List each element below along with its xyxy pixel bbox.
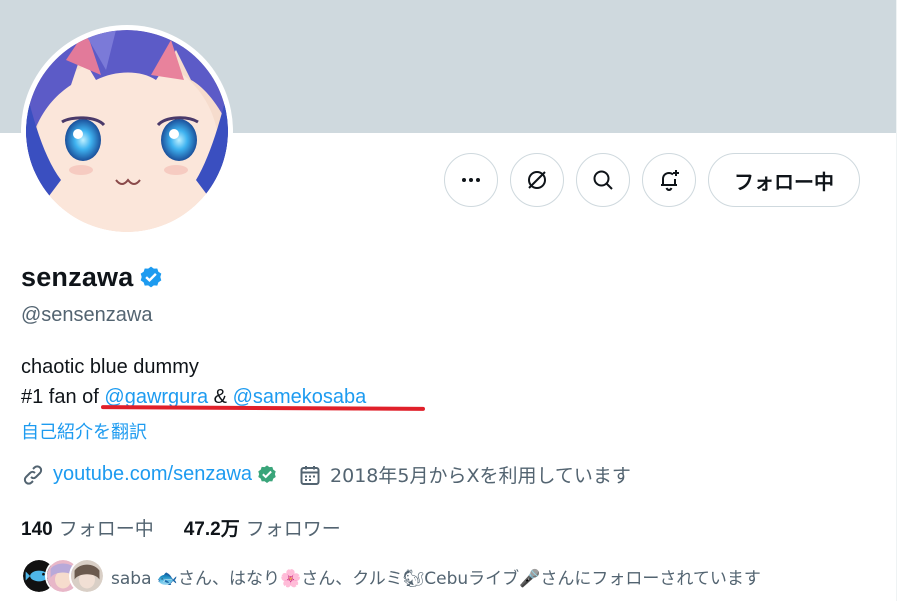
link-icon [23,464,43,485]
mention-link-samekosaba[interactable]: @samekosaba [233,386,367,408]
profile-meta: youtube.com/senzawa 2018年5月からXを利用しています [21,461,631,488]
profile-bio: chaotic blue dummy #1 fan of @gawrgura &… [21,352,366,412]
bio-line-1: chaotic blue dummy [21,356,199,378]
more-icon [462,178,480,182]
followers-label: フォロワー [245,518,341,540]
profile-handle: @sensenzawa [21,304,153,326]
profile-actions: フォロー中 [444,153,860,207]
following-button[interactable]: フォロー中 [708,153,860,207]
bio-ampersand: & [213,386,227,408]
follower-avatars [21,558,105,594]
display-name: senzawa [21,262,134,292]
following-stat[interactable]: 140 フォロー中 [21,514,154,541]
verified-badge-icon[interactable] [138,265,164,291]
avatar-image [26,30,228,232]
follower-avatar [69,558,105,594]
search-icon [593,170,613,190]
notification-add-icon [661,170,679,192]
search-button[interactable] [576,153,630,207]
notification-button[interactable] [642,153,696,207]
followers-count: 47.2万 [183,519,240,540]
join-date: 2018年5月からXを利用しています [330,465,631,487]
profile-avatar[interactable] [21,25,233,237]
website-link[interactable]: youtube.com/senzawa [53,463,252,486]
follow-stats: 140 フォロー中 47.2万 フォロワー [21,514,341,541]
name-row: senzawa [21,262,164,293]
following-label: フォロー中 [58,518,154,540]
followers-you-know-text: saba 🐟さん、はなり🌸さん、クルミ🐿Cebuライブ🎤さんにフォローされていま… [111,568,761,589]
page-edge [896,0,904,601]
translate-bio-link[interactable]: 自己紹介を翻訳 [21,418,147,444]
followers-stat[interactable]: 47.2万 フォロワー [184,514,341,541]
followers-you-know[interactable]: saba 🐟さん、はなり🌸さん、クルミ🐿Cebuライブ🎤さんにフォローされていま… [21,558,761,594]
more-button[interactable] [444,153,498,207]
calendar-icon [300,465,320,485]
grok-button[interactable] [510,153,564,207]
bio-prefix: #1 fan of [21,386,99,408]
grok-icon [528,171,546,189]
following-count: 140 [21,519,53,540]
website-verified-icon [258,464,276,483]
